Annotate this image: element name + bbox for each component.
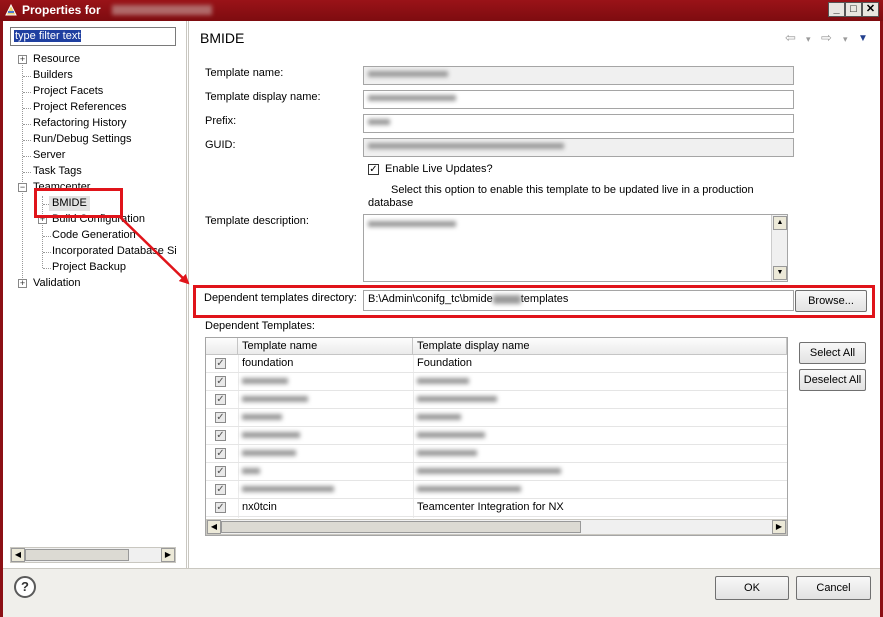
tree-horizontal-scrollbar[interactable]: ◀ ▶: [10, 547, 176, 563]
back-menu-icon[interactable]: ▾: [806, 34, 811, 45]
dependent-dir-field[interactable]: B:\Admin\conifg_tc\bmide templates: [363, 290, 794, 311]
template-description-label: Template description:: [205, 215, 309, 227]
scroll-thumb[interactable]: [221, 521, 581, 533]
tree-item-project-facets[interactable]: Project Facets: [33, 84, 103, 99]
row-checkbox[interactable]: ✓: [215, 412, 226, 423]
table-row[interactable]: ✓: [206, 409, 787, 427]
dependent-dir-value-start: B:\Admin\conifg_tc\bmide: [368, 293, 493, 305]
tree-item-code-generation[interactable]: Code Generation: [52, 228, 136, 243]
tree-item-run-debug-settings[interactable]: Run/Debug Settings: [33, 132, 131, 147]
filter-input[interactable]: type filter text: [10, 27, 176, 46]
tree-item-refactoring-history[interactable]: Refactoring History: [33, 116, 127, 131]
row-template-display-name: Foundation: [417, 357, 473, 369]
table-row[interactable]: ✓: [206, 463, 787, 481]
scroll-left-icon[interactable]: ◀: [11, 548, 25, 562]
highlight-bmide-box: [34, 188, 123, 218]
enable-live-updates-label: Enable Live Updates?: [385, 163, 493, 175]
guid-label: GUID:: [205, 139, 236, 151]
scroll-right-icon[interactable]: ▶: [161, 548, 175, 562]
row-template-name: foundation: [242, 357, 294, 369]
minimize-button[interactable]: _: [828, 2, 845, 17]
scroll-down-icon[interactable]: ▼: [773, 266, 787, 280]
deselect-all-button[interactable]: Deselect All: [799, 369, 866, 391]
tree-item-server[interactable]: Server: [33, 148, 65, 163]
table-row[interactable]: ✓: [206, 391, 787, 409]
dependent-dir-value-end: templates: [520, 293, 569, 305]
dependent-templates-label: Dependent Templates:: [205, 320, 315, 332]
tree-item-resource[interactable]: Resource: [33, 52, 80, 67]
row-checkbox[interactable]: ✓: [215, 466, 226, 477]
close-button[interactable]: ✕: [862, 2, 879, 17]
table-horizontal-scrollbar[interactable]: ◀ ▶: [206, 519, 787, 535]
table-header-template-name[interactable]: Template name: [238, 338, 413, 355]
window-title: Properties for: [22, 3, 101, 17]
scroll-up-icon[interactable]: ▲: [773, 216, 787, 230]
row-checkbox[interactable]: ✓: [215, 448, 226, 459]
tree-item-project-references[interactable]: Project References: [33, 100, 127, 115]
template-description-textarea[interactable]: ▲ ▼: [363, 214, 788, 282]
expand-resource-icon[interactable]: +: [18, 55, 27, 64]
table-header-check: [206, 338, 238, 355]
tree-item-incorporated-database[interactable]: Incorporated Database Si: [52, 244, 177, 259]
table-row[interactable]: ✓: [206, 481, 787, 499]
prefix-label: Prefix:: [205, 115, 237, 127]
cancel-button[interactable]: Cancel: [796, 576, 871, 600]
title-bar: Properties for _ □ ✕: [0, 0, 883, 21]
template-name-label: Template name:: [205, 67, 284, 79]
browse-button[interactable]: Browse...: [795, 290, 867, 312]
expand-validation-icon[interactable]: +: [18, 279, 27, 288]
eclipse-app-icon: [5, 3, 17, 16]
dependent-dir-label: Dependent templates directory:: [204, 292, 357, 304]
help-icon[interactable]: ?: [14, 576, 36, 598]
template-name-field: [363, 66, 794, 85]
row-checkbox[interactable]: ✓: [215, 376, 226, 387]
collapse-teamcenter-icon[interactable]: −: [18, 183, 27, 192]
dependent-templates-table: Template name Template display name ✓ fo…: [205, 337, 788, 536]
enable-live-updates-checkbox[interactable]: ✓: [368, 164, 379, 175]
row-checkbox[interactable]: ✓: [215, 358, 226, 369]
row-checkbox[interactable]: ✓: [215, 502, 226, 513]
table-row[interactable]: ✓: [206, 427, 787, 445]
table-row[interactable]: ✓ foundation Foundation: [206, 355, 787, 373]
description-vertical-scrollbar[interactable]: ▲ ▼: [771, 215, 787, 281]
maximize-button[interactable]: □: [845, 2, 862, 17]
table-header-template-display-name[interactable]: Template display name: [413, 338, 787, 355]
template-display-name-label: Template display name:: [205, 91, 321, 103]
row-template-display-name: Teamcenter Integration for NX: [417, 501, 564, 513]
table-row[interactable]: ✓ nx0tcin Teamcenter Integration for NX: [206, 499, 787, 517]
back-arrow-icon[interactable]: ⇦: [785, 30, 796, 46]
scroll-thumb[interactable]: [25, 549, 129, 561]
scroll-left-icon[interactable]: ◀: [207, 520, 221, 534]
prefix-field[interactable]: [363, 114, 794, 133]
guid-field: [363, 138, 794, 157]
ok-button[interactable]: OK: [715, 576, 789, 600]
template-display-name-field[interactable]: [363, 90, 794, 109]
row-template-name: nx0tcin: [242, 501, 277, 513]
forward-arrow-icon[interactable]: ⇨: [821, 30, 832, 46]
tree-item-builders[interactable]: Builders: [33, 68, 73, 83]
forward-menu-icon[interactable]: ▾: [843, 34, 848, 45]
table-row[interactable]: ✓: [206, 373, 787, 391]
tree-item-validation[interactable]: Validation: [33, 276, 81, 291]
view-menu-icon[interactable]: ▼: [858, 33, 868, 44]
page-title: BMIDE: [200, 30, 245, 46]
redacted-project-name: [112, 5, 212, 15]
select-all-button[interactable]: Select All: [799, 342, 866, 364]
row-checkbox[interactable]: ✓: [215, 394, 226, 405]
row-checkbox[interactable]: ✓: [215, 430, 226, 441]
table-row[interactable]: ✓: [206, 445, 787, 463]
scroll-right-icon[interactable]: ▶: [772, 520, 786, 534]
filter-placeholder: type filter text: [14, 30, 82, 42]
live-update-hint: Select this option to enable this templa…: [368, 184, 754, 209]
row-checkbox[interactable]: ✓: [215, 484, 226, 495]
tree-item-project-backup[interactable]: Project Backup: [52, 260, 126, 275]
tree-item-task-tags[interactable]: Task Tags: [33, 164, 82, 179]
